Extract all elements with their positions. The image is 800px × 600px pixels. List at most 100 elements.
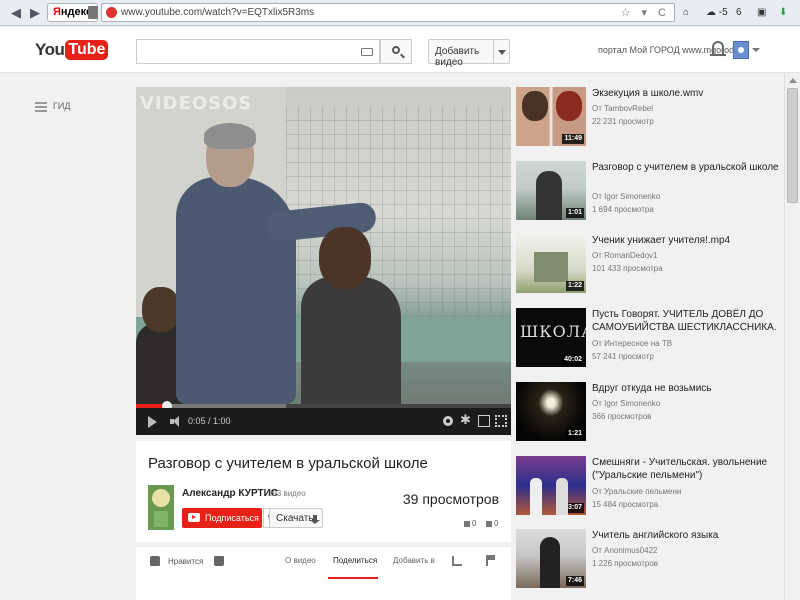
stats-icon[interactable] bbox=[452, 556, 462, 566]
related-title[interactable]: Смешняги - Учительская. увольнение ("Ура… bbox=[592, 456, 782, 482]
related-video[interactable]: 1:21 Вдруг откуда не возьмись От Igor Si… bbox=[516, 382, 786, 446]
youtube-logo[interactable]: You Tube bbox=[35, 39, 109, 61]
related-title[interactable]: Разговор с учителем в уральской школе bbox=[592, 161, 782, 174]
video-thumbnail[interactable]: 1:01 bbox=[516, 161, 586, 220]
scrollbar-thumb[interactable] bbox=[787, 88, 798, 203]
related-video[interactable]: 7:46 Учитель английского языка От Anonim… bbox=[516, 529, 786, 593]
url-text[interactable]: www.youtube.com/watch?v=EQTxlix5R3ms bbox=[121, 6, 314, 20]
related-channel: От Anonimus0422 bbox=[592, 546, 658, 555]
video-player[interactable]: VIDEOSOS 0:05 / 1:00 ✱ bbox=[136, 87, 511, 435]
related-video[interactable]: 3:07 Смешняги - Учительская. увольнение … bbox=[516, 456, 786, 520]
related-title[interactable]: Экзекуция в школе.wmv bbox=[592, 87, 782, 100]
chevron-down-icon[interactable] bbox=[752, 48, 760, 52]
extension-icon[interactable]: ▣ bbox=[757, 6, 766, 20]
player-controls: 0:05 / 1:00 ✱ bbox=[136, 408, 511, 435]
related-video[interactable]: 40:02 Пусть Говорят. УЧИТЕЛЬ ДОВЁЛ ДО СА… bbox=[516, 308, 786, 372]
tab-add-to[interactable]: Добавить в bbox=[393, 556, 435, 565]
scroll-up-arrow-icon[interactable] bbox=[789, 78, 797, 83]
avatar[interactable] bbox=[733, 41, 749, 59]
related-views: 1 226 просмотров bbox=[592, 559, 659, 568]
related-channel: От Igor Simonenko bbox=[592, 399, 661, 408]
tab-about[interactable]: О видео bbox=[285, 556, 316, 565]
browser-toolbar: ◀ ▶ Яндекс www.youtube.com/watch?v=EQTxl… bbox=[0, 0, 800, 26]
duration-badge: 1:21 bbox=[565, 429, 584, 439]
search-button[interactable] bbox=[380, 39, 412, 64]
weather-widget[interactable]: ☁ -5 bbox=[706, 6, 728, 20]
page-scrollbar[interactable] bbox=[784, 74, 800, 600]
related-title[interactable]: Ученик унижает учителя!.mp4 bbox=[592, 234, 782, 247]
upload-button[interactable]: Добавить видео bbox=[428, 39, 510, 68]
chevron-down-icon[interactable] bbox=[493, 40, 509, 63]
related-title[interactable]: Вдруг откуда не возьмись bbox=[592, 382, 782, 395]
dislike-button[interactable] bbox=[214, 556, 224, 566]
active-tab-indicator bbox=[328, 577, 378, 579]
bell-icon[interactable] bbox=[710, 41, 726, 56]
like-count: 0 bbox=[464, 519, 476, 528]
related-video[interactable]: 1:01 Разговор с учителем в уральской шко… bbox=[516, 161, 786, 225]
related-views: 15 484 просмотра bbox=[592, 500, 659, 509]
duration-badge: 3:07 bbox=[565, 503, 584, 513]
thumbs-up-icon bbox=[150, 556, 160, 566]
video-frame[interactable]: VIDEOSOS bbox=[136, 87, 511, 404]
related-title[interactable]: Учитель английского языка bbox=[592, 529, 782, 542]
video-thumbnail[interactable]: 1:21 bbox=[516, 382, 586, 441]
home-icon[interactable]: ⌂ bbox=[683, 6, 689, 20]
video-title: Разговор с учителем в уральской школе bbox=[148, 455, 428, 472]
forward-arrow-icon[interactable]: ▶ bbox=[27, 5, 43, 21]
duration-badge: 1:22 bbox=[565, 281, 584, 291]
gear-icon[interactable]: ✱ bbox=[460, 413, 472, 426]
related-title[interactable]: Пусть Говорят. УЧИТЕЛЬ ДОВЁЛ ДО САМОУБИЙ… bbox=[592, 308, 782, 334]
video-thumbnail[interactable]: 11:49 bbox=[516, 87, 586, 146]
address-bar-icons[interactable]: ☆ ▾ C bbox=[621, 6, 670, 19]
video-thumbnail[interactable]: 40:02 bbox=[516, 308, 586, 367]
duration-badge: 1:01 bbox=[565, 208, 584, 218]
address-bar[interactable]: www.youtube.com/watch?v=EQTxlix5R3ms ☆ ▾… bbox=[101, 3, 675, 22]
related-views: 1 694 просмотра bbox=[592, 205, 654, 214]
volume-icon[interactable] bbox=[170, 416, 181, 427]
video-actions: Нравится О видео Поделиться Добавить в bbox=[136, 546, 511, 600]
video-thumbnail[interactable]: 7:46 bbox=[516, 529, 586, 588]
search-input[interactable] bbox=[136, 39, 380, 64]
related-channel: От TambovRebel bbox=[592, 104, 654, 113]
duration-badge: 40:02 bbox=[562, 355, 584, 365]
fullscreen-icon[interactable] bbox=[495, 415, 507, 427]
flag-icon[interactable] bbox=[486, 555, 495, 566]
video-watermark: VIDEOSOS bbox=[140, 93, 253, 114]
thumbs-down-icon bbox=[486, 520, 492, 527]
player-size-icon[interactable] bbox=[478, 415, 490, 427]
related-channel: От Интересное на ТВ bbox=[592, 339, 673, 348]
related-channel: От Igor Simonenko bbox=[592, 192, 661, 201]
search-icon bbox=[392, 46, 400, 54]
duration-badge: 11:49 bbox=[562, 134, 584, 144]
tab-share[interactable]: Поделиться bbox=[333, 556, 377, 565]
back-arrow-icon[interactable]: ◀ bbox=[8, 5, 24, 21]
related-views: 101 433 просмотра bbox=[592, 264, 663, 273]
annotations-icon[interactable] bbox=[443, 416, 453, 426]
thumbs-up-icon bbox=[464, 520, 470, 527]
subscribe-button[interactable]: Подписаться bbox=[182, 508, 262, 528]
channel-video-count: · 393 видео bbox=[263, 489, 306, 498]
channel-avatar[interactable] bbox=[148, 485, 174, 530]
menu-icon bbox=[35, 102, 47, 112]
related-video[interactable]: 11:49 Экзекуция в школе.wmv От TambovReb… bbox=[516, 87, 786, 151]
keyboard-icon[interactable] bbox=[361, 48, 373, 56]
download-button[interactable]: Скачать bbox=[269, 508, 323, 528]
youtube-favicon-icon bbox=[106, 7, 117, 18]
related-views: 22 231 просмотр bbox=[592, 117, 654, 126]
youtube-play-icon bbox=[188, 513, 200, 522]
video-info: Разговор с учителем в уральской школе Ал… bbox=[136, 441, 511, 542]
video-thumbnail[interactable]: 3:07 bbox=[516, 456, 586, 515]
duration-badge: 7:46 bbox=[565, 576, 584, 586]
play-icon[interactable] bbox=[148, 416, 157, 428]
view-count: 39 просмотров bbox=[402, 491, 499, 507]
related-channel: От RomanDedov1 bbox=[592, 251, 658, 260]
download-icon[interactable]: ⬇ bbox=[779, 6, 787, 20]
related-video[interactable]: 1:22 Ученик унижает учителя!.mp4 От Roma… bbox=[516, 234, 786, 298]
dislike-count: 0 bbox=[486, 519, 498, 528]
download-arrow-icon bbox=[310, 515, 320, 524]
related-views: 57 241 просмотр bbox=[592, 352, 654, 361]
mail-counter[interactable]: 6 bbox=[736, 6, 742, 20]
video-thumbnail[interactable]: 1:22 bbox=[516, 234, 586, 293]
page-icon[interactable] bbox=[88, 6, 98, 19]
time-display: 0:05 / 1:00 bbox=[188, 416, 231, 426]
